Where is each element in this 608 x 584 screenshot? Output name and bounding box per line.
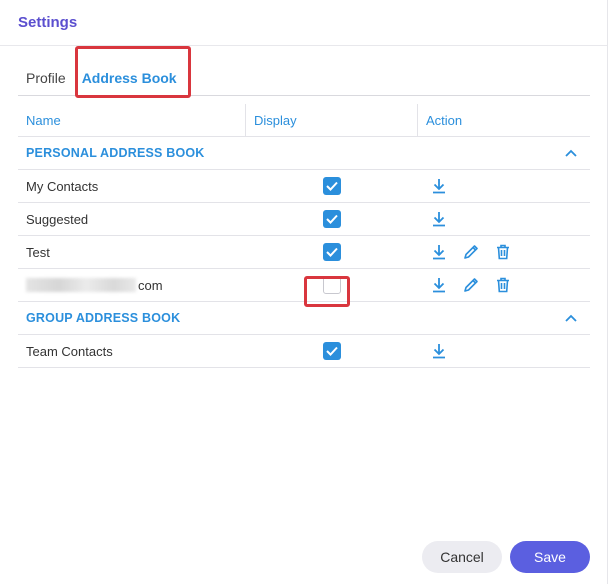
group-row-personal[interactable]: PERSONAL ADDRESS BOOK <box>18 137 590 170</box>
group-label: GROUP ADDRESS BOOK <box>26 311 181 325</box>
download-icon[interactable] <box>430 177 448 195</box>
pencil-icon[interactable] <box>462 276 480 294</box>
table-header: Name Display Action <box>18 104 590 137</box>
table-row: Test <box>18 236 590 269</box>
display-checkbox[interactable] <box>323 342 341 360</box>
group-label: PERSONAL ADDRESS BOOK <box>26 146 205 160</box>
chevron-up-icon[interactable] <box>562 144 580 162</box>
chevron-up-icon[interactable] <box>562 309 580 327</box>
display-checkbox[interactable] <box>323 276 341 294</box>
cancel-button[interactable]: Cancel <box>422 541 502 573</box>
row-name: com <box>138 277 163 293</box>
table-row: My Contacts <box>18 170 590 203</box>
column-header-action[interactable]: Action <box>418 104 590 136</box>
download-icon[interactable] <box>430 243 448 261</box>
trash-icon[interactable] <box>494 276 512 294</box>
table-row: Team Contacts <box>18 335 590 368</box>
display-checkbox[interactable] <box>323 243 341 261</box>
tab-address-book[interactable]: Address Book <box>74 60 185 96</box>
settings-dialog: Settings Profile Address Book Name Displ… <box>0 0 608 584</box>
tab-bar: Profile Address Book <box>18 46 590 98</box>
row-name: Test <box>26 244 50 260</box>
group-row-group[interactable]: GROUP ADDRESS BOOK <box>18 302 590 335</box>
download-icon[interactable] <box>430 342 448 360</box>
table-row: com <box>18 269 590 307</box>
download-icon[interactable] <box>430 276 448 294</box>
column-header-name[interactable]: Name <box>18 104 246 136</box>
display-checkbox[interactable] <box>323 177 341 195</box>
row-name: Suggested <box>26 211 89 227</box>
trash-icon[interactable] <box>494 243 512 261</box>
column-header-display[interactable]: Display <box>246 104 418 136</box>
row-name: My Contacts <box>26 178 99 194</box>
display-checkbox[interactable] <box>323 210 341 228</box>
pencil-icon[interactable] <box>462 243 480 261</box>
row-name: Team Contacts <box>26 343 113 359</box>
address-book-table: Name Display Action PERSONAL ADDRESS BOO… <box>18 104 590 368</box>
redacted-text <box>26 278 136 292</box>
dialog-title: Settings <box>18 14 78 31</box>
tab-profile[interactable]: Profile <box>18 60 74 96</box>
download-icon[interactable] <box>430 210 448 228</box>
dialog-header: Settings <box>0 0 607 46</box>
save-button[interactable]: Save <box>510 541 590 573</box>
table-row: Suggested <box>18 203 590 236</box>
